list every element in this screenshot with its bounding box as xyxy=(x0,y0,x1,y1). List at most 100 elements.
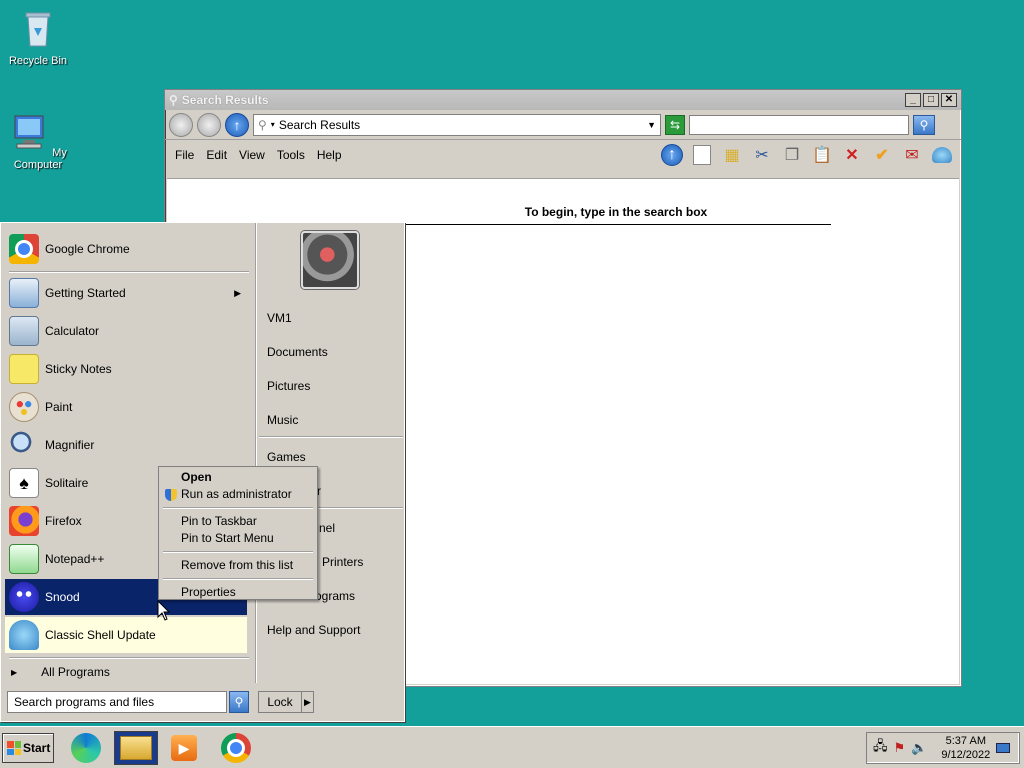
magnifier-icon xyxy=(9,430,39,460)
calculator-icon xyxy=(9,316,39,346)
paste-icon[interactable]: 📋 xyxy=(811,144,833,166)
start-button[interactable]: Start xyxy=(2,733,54,763)
start-right-pictures[interactable]: Pictures xyxy=(267,379,310,393)
properties-check-icon[interactable]: ✔ xyxy=(871,144,893,166)
delete-icon[interactable]: ✕ xyxy=(841,144,863,166)
folders-pane-icon[interactable] xyxy=(691,144,713,166)
start-right-user[interactable]: VM1 xyxy=(267,311,292,325)
start-item-magnifier[interactable]: Magnifier xyxy=(5,427,247,463)
ctx-pin-start-menu[interactable]: Pin to Start Menu xyxy=(161,530,315,547)
menu-edit[interactable]: Edit xyxy=(200,146,233,164)
context-menu: Open Run as administrator Pin to Taskbar… xyxy=(158,466,318,600)
start-item-paint[interactable]: Paint xyxy=(5,389,247,425)
media-player-icon: ▶ xyxy=(171,735,197,761)
chevron-down-icon[interactable]: ▾ xyxy=(271,120,275,129)
ctx-remove-from-list[interactable]: Remove from this list xyxy=(161,557,315,574)
up-folder-button[interactable]: ↑ xyxy=(225,112,249,137)
desktop-icon-recycle-bin[interactable]: Recycle Bin xyxy=(0,8,76,67)
lock-button[interactable]: Lock ▶ xyxy=(258,691,314,713)
submenu-arrow-icon: ▶ xyxy=(234,287,241,298)
refresh-button[interactable]: ⇆ xyxy=(665,114,685,135)
back-button[interactable] xyxy=(169,112,193,137)
clock-date: 9/12/2022 xyxy=(941,749,991,761)
user-avatar[interactable] xyxy=(301,231,359,289)
getting-started-icon xyxy=(9,278,39,308)
menu-help[interactable]: Help xyxy=(311,146,348,164)
search-icon: ⚲ xyxy=(258,117,267,132)
search-input[interactable] xyxy=(689,114,909,135)
cut-icon[interactable]: ✂ xyxy=(751,144,773,166)
windows-flag-icon xyxy=(7,741,21,755)
taskbar-edge[interactable] xyxy=(64,731,108,765)
all-programs-button[interactable]: ▶ All Programs xyxy=(11,665,110,679)
email-icon[interactable]: ✉ xyxy=(901,144,923,166)
menu-tools[interactable]: Tools xyxy=(271,146,311,164)
start-item-getting-started[interactable]: Getting Started ▶ xyxy=(5,275,247,311)
computer-icon xyxy=(14,115,44,149)
edge-icon xyxy=(71,733,101,763)
search-hint: To begin, type in the search box xyxy=(401,205,831,225)
start-item-calculator[interactable]: Calculator xyxy=(5,313,247,349)
taskbar-chrome[interactable] xyxy=(214,731,258,765)
taskbar-explorer[interactable] xyxy=(114,731,158,765)
copy-icon[interactable]: ❐ xyxy=(781,144,803,166)
ctx-open[interactable]: Open xyxy=(161,469,315,486)
maximize-button[interactable]: □ xyxy=(923,93,939,107)
volume-icon[interactable]: 🔈 xyxy=(911,740,927,756)
start-right-music[interactable]: Music xyxy=(267,413,298,427)
chevron-right-icon[interactable]: ▶ xyxy=(301,692,313,712)
search-go-button[interactable]: ⚲ xyxy=(913,114,935,135)
menu-file[interactable]: File xyxy=(169,146,200,164)
notepadpp-icon xyxy=(9,544,39,574)
start-item-label: Snood xyxy=(45,590,80,604)
clock[interactable]: 5:37 AM 9/12/2022 xyxy=(941,734,990,762)
window-title: Search Results xyxy=(181,93,269,107)
start-item-label: Magnifier xyxy=(45,438,95,452)
window-titlebar[interactable]: ⚲ Search Results _ □ ✕ xyxy=(165,90,961,110)
start-item-label: Getting Started xyxy=(45,286,126,300)
classic-shell-icon xyxy=(9,620,39,650)
network-icon[interactable]: 🖧 xyxy=(873,737,888,759)
minimize-button[interactable]: _ xyxy=(905,93,921,107)
sticky-notes-icon xyxy=(9,354,39,384)
start-item-sticky-notes[interactable]: Sticky Notes xyxy=(5,351,247,387)
forward-button[interactable] xyxy=(197,112,221,137)
ctx-run-as-admin[interactable]: Run as administrator xyxy=(161,486,315,503)
start-search-input[interactable]: Search programs and files xyxy=(7,691,227,713)
folder-icon xyxy=(120,736,152,760)
recycle-bin-icon xyxy=(25,12,51,47)
uac-shield-icon xyxy=(165,489,177,501)
start-right-documents[interactable]: Documents xyxy=(267,345,328,359)
address-toolbar: ↑ ⚲ ▾ Search Results ▼ ⇆ ⚲ xyxy=(165,110,961,140)
start-item-label: Solitaire xyxy=(45,476,89,490)
desktop-icon-my-computer[interactable]: My Computer xyxy=(0,112,76,171)
start-label: Start xyxy=(23,741,51,755)
paint-icon xyxy=(9,392,39,422)
clock-time: 5:37 AM xyxy=(945,735,986,747)
menu-view[interactable]: View xyxy=(233,146,271,164)
start-item-classic-shell-update[interactable]: Classic Shell Update xyxy=(5,617,247,653)
start-right-games[interactable]: Games xyxy=(267,450,306,464)
classic-shell-icon[interactable] xyxy=(931,144,953,166)
ctx-properties[interactable]: Properties xyxy=(161,584,315,601)
close-button[interactable]: ✕ xyxy=(941,93,957,107)
address-dropdown-icon[interactable]: ▼ xyxy=(647,120,656,130)
snood-icon xyxy=(9,582,39,612)
all-programs-label: All Programs xyxy=(41,665,110,679)
address-bar[interactable]: ⚲ ▾ Search Results ▼ xyxy=(253,113,661,136)
start-item-google-chrome[interactable]: Google Chrome xyxy=(5,231,247,267)
chrome-icon xyxy=(221,733,251,763)
start-right-help-support[interactable]: Help and Support xyxy=(267,623,360,637)
view-icon[interactable]: ▦ xyxy=(721,144,743,166)
start-right-devices-printers[interactable]: d Printers xyxy=(312,555,363,569)
show-desktop-icon[interactable] xyxy=(996,743,1011,753)
taskbar-media-player[interactable]: ▶ xyxy=(162,731,206,765)
search-icon[interactable]: ⚲ xyxy=(229,691,249,713)
start-right-default-programs[interactable]: ograms xyxy=(315,589,355,603)
chrome-icon xyxy=(9,234,39,264)
solitaire-icon: ♠ xyxy=(9,468,39,498)
up-icon[interactable]: ↑ xyxy=(661,144,683,166)
start-right-control-panel[interactable]: nel xyxy=(319,521,335,535)
action-center-icon[interactable]: ⚑ xyxy=(894,740,906,756)
ctx-pin-taskbar[interactable]: Pin to Taskbar xyxy=(161,513,315,530)
